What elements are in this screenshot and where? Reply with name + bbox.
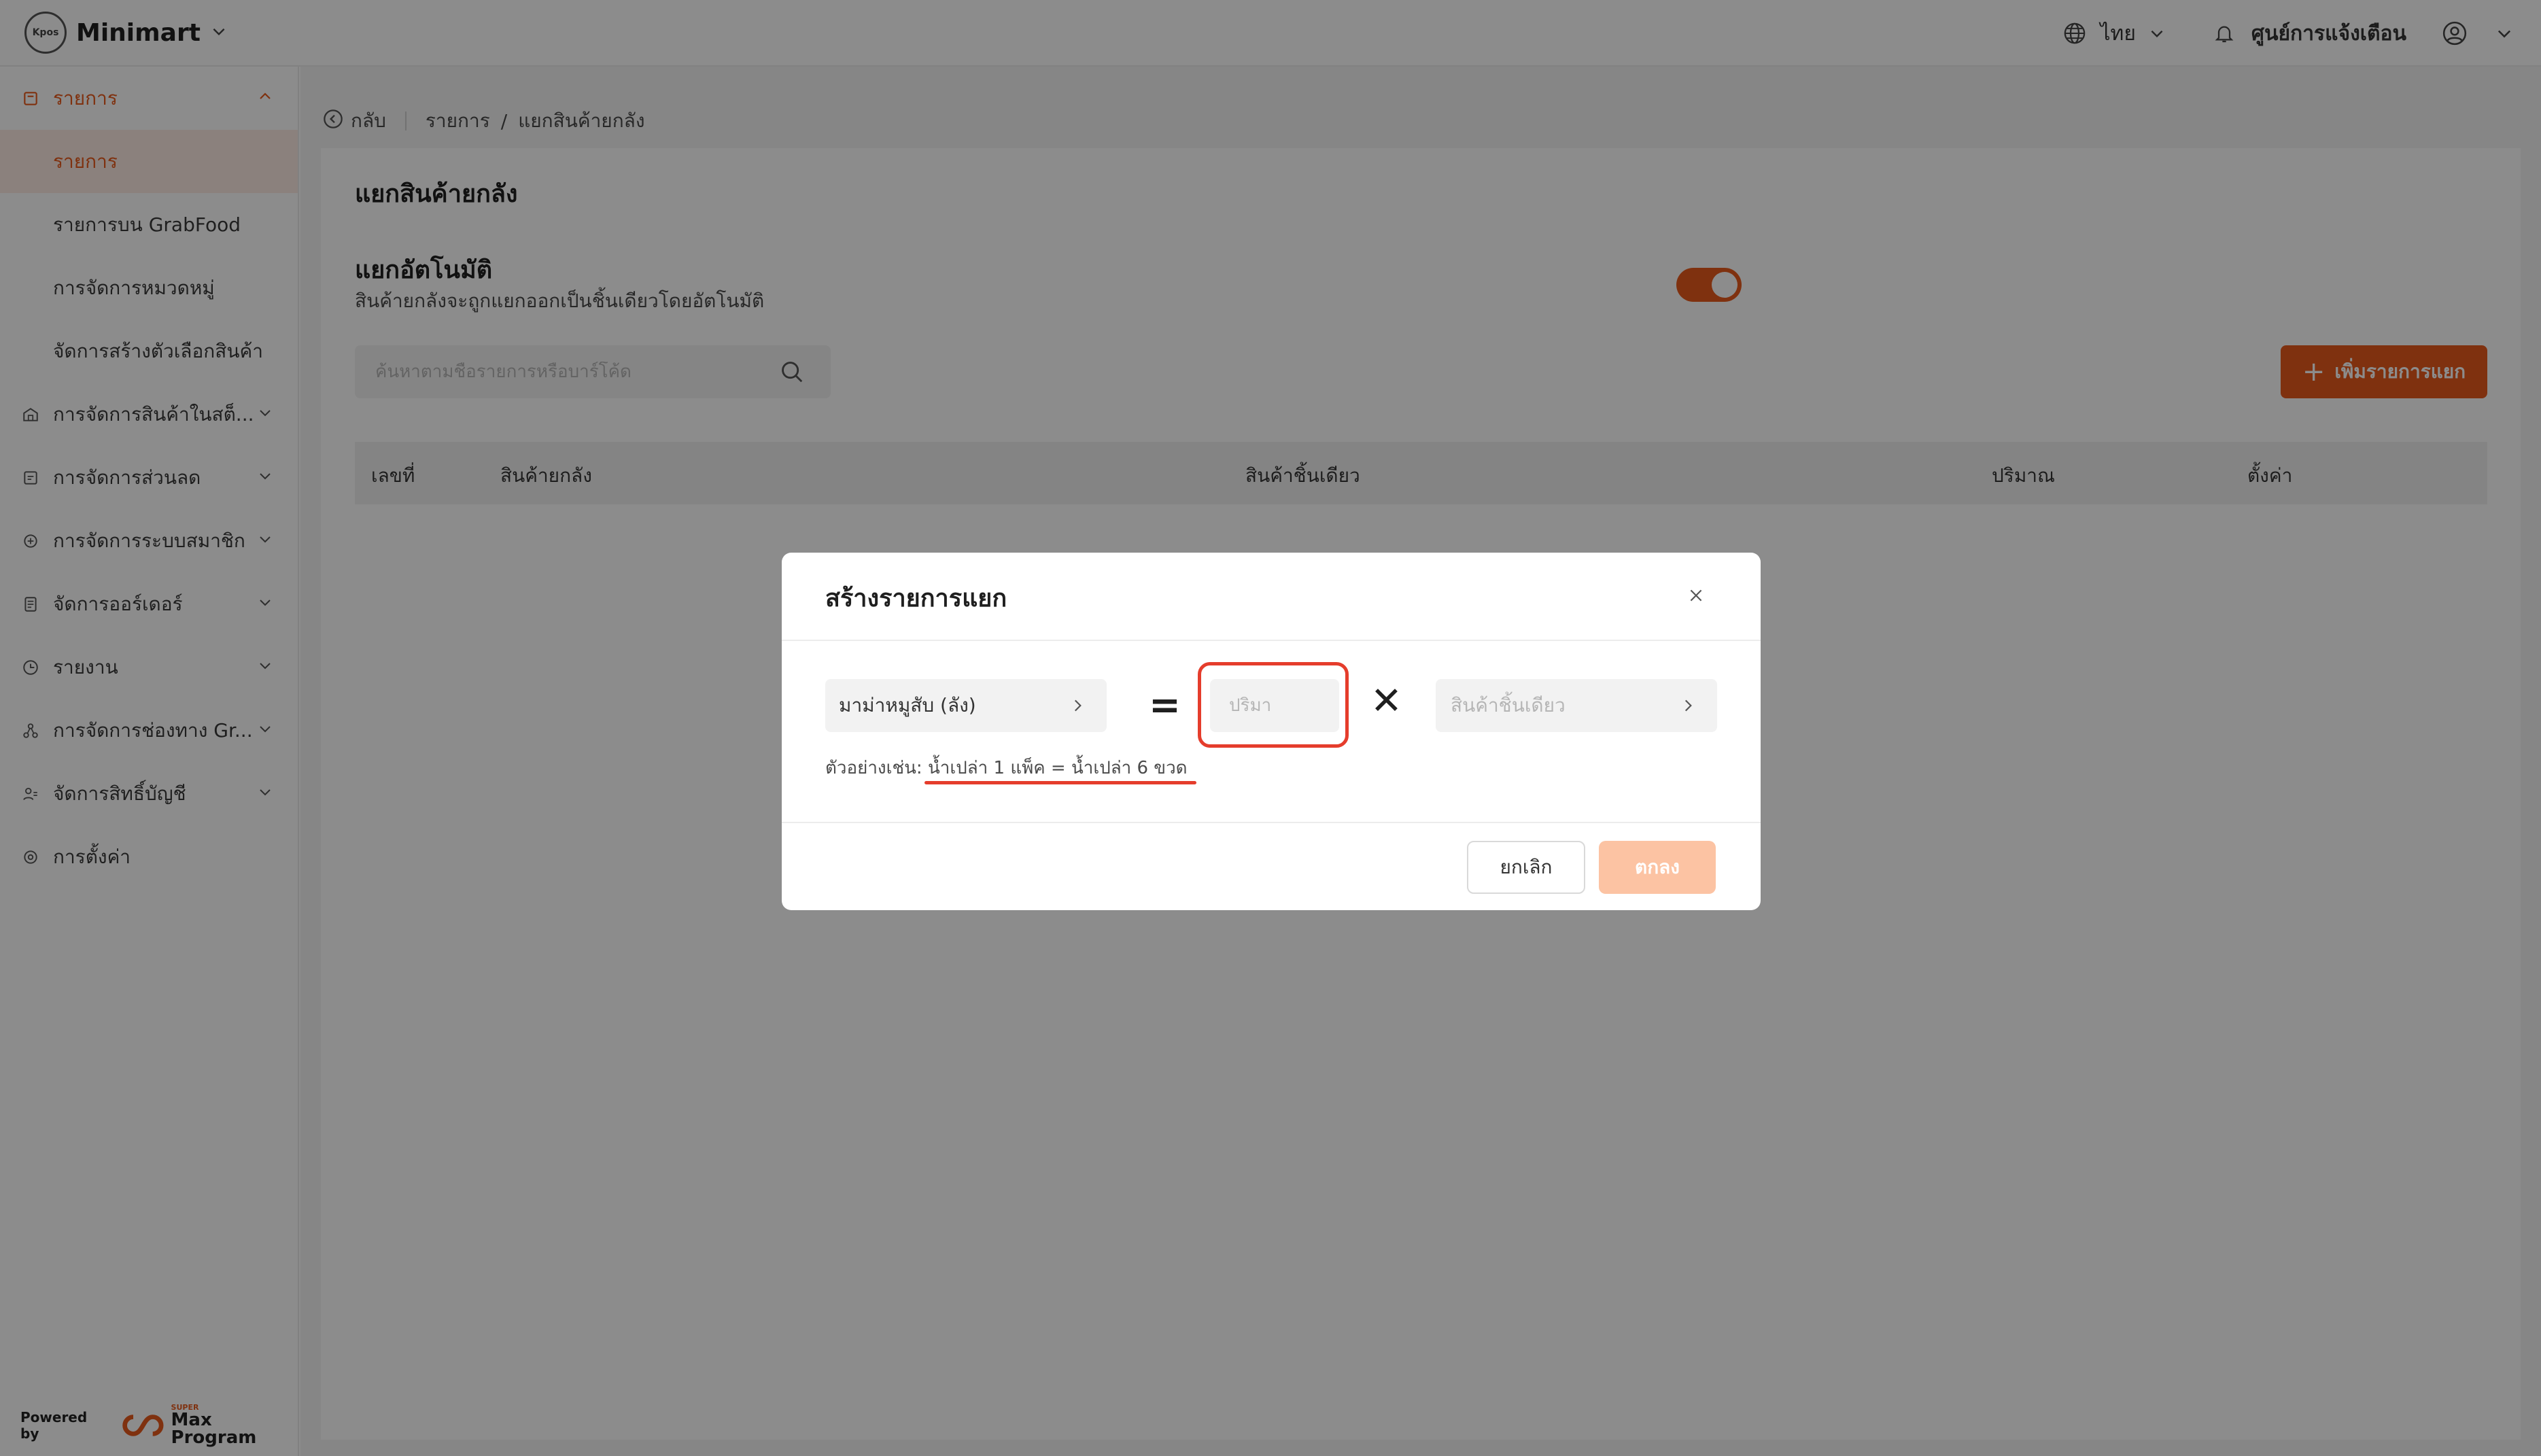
chevron-right-icon bbox=[1679, 697, 1697, 719]
single-item-placeholder: สินค้าชิ้นเดียว bbox=[1451, 694, 1566, 716]
cancel-button[interactable]: ยกเลิก bbox=[1467, 841, 1585, 894]
modal-footer-divider bbox=[782, 822, 1761, 823]
single-item-select[interactable]: สินค้าชิ้นเดียว bbox=[1436, 679, 1717, 732]
quantity-box bbox=[1210, 679, 1339, 732]
modal-header-divider bbox=[782, 640, 1761, 641]
bulk-item-value: มาม่าหมูสับ (ลัง) bbox=[839, 694, 976, 716]
multiply-sign: ✕ bbox=[1370, 679, 1402, 723]
chevron-right-icon bbox=[1069, 697, 1086, 719]
example-text: น้ำเปล่า 1 แพ็ค = น้ำเปล่า 6 ขวด bbox=[927, 758, 1188, 778]
modal-title: สร้างรายการแยก bbox=[825, 585, 1007, 612]
equals-sign: = bbox=[1149, 683, 1181, 727]
create-split-modal: สร้างรายการแยก มาม่าหมูสับ (ลัง) = ✕ สิน… bbox=[782, 553, 1761, 910]
quantity-input[interactable] bbox=[1229, 695, 1324, 716]
ok-button[interactable]: ตกลง bbox=[1599, 841, 1716, 894]
bulk-item-select[interactable]: มาม่าหมูสับ (ลัง) bbox=[825, 679, 1107, 732]
close-icon[interactable] bbox=[1687, 587, 1705, 607]
example-label: ตัวอย่างเช่น: bbox=[825, 758, 922, 778]
example-hint: ตัวอย่างเช่น: น้ำเปล่า 1 แพ็ค = น้ำเปล่า… bbox=[825, 754, 1188, 782]
example-underline bbox=[924, 781, 1196, 784]
